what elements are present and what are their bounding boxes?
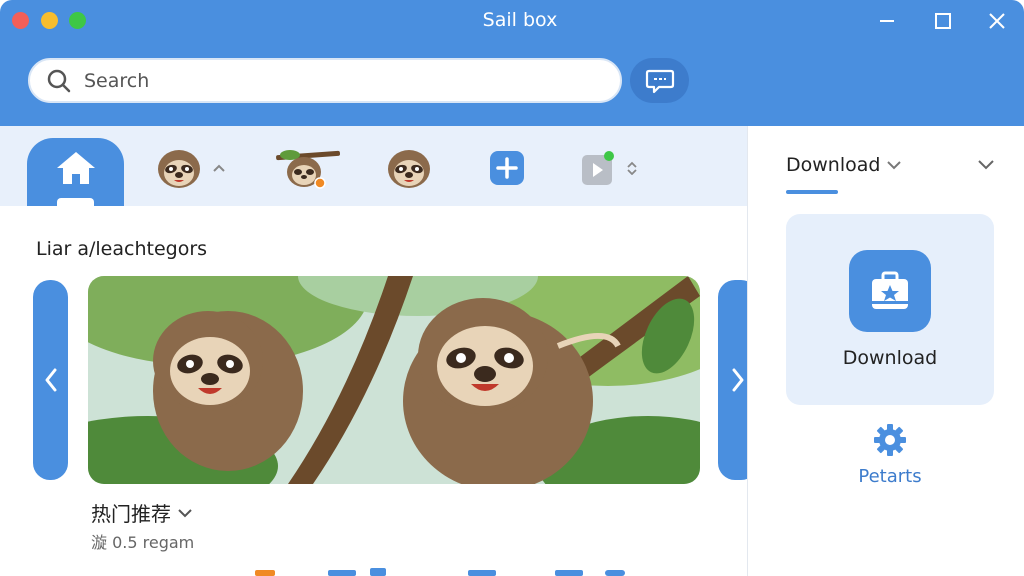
- collapse-chevron-icon[interactable]: [976, 158, 996, 170]
- chat-icon: [645, 69, 674, 93]
- tab-sloth-1[interactable]: [156, 148, 226, 188]
- download-box-icon: [872, 271, 908, 309]
- chat-button[interactable]: [630, 58, 689, 103]
- active-tab-indicator: [786, 190, 838, 194]
- chevron-left-icon: [45, 368, 56, 392]
- search-icon: [47, 69, 71, 92]
- sloth-avatar-icon: [388, 150, 430, 188]
- search-input[interactable]: [84, 69, 584, 92]
- featured-banner[interactable]: [88, 276, 700, 484]
- tab-video[interactable]: [581, 148, 639, 188]
- parts-label[interactable]: Petarts: [828, 466, 952, 487]
- download-icon-box: [849, 250, 931, 332]
- tab-sloth-2[interactable]: [276, 148, 340, 189]
- tab-sloth-3[interactable]: [386, 148, 432, 188]
- section-title: Liar a/leachtegors: [36, 238, 208, 260]
- chevron-right-icon: [732, 368, 744, 392]
- download-card[interactable]: Download: [786, 214, 994, 405]
- gear-icon[interactable]: [872, 422, 908, 458]
- minimize-icon: [880, 20, 894, 22]
- app-window: Sail box Search Liar a/leachtegors 热门推荐 …: [0, 0, 1024, 576]
- close-icon: [989, 13, 1005, 29]
- chevron-down-icon: [178, 508, 192, 517]
- add-icon: [490, 151, 524, 185]
- sloth-avatar-icon: [158, 150, 200, 188]
- hot-recommend-dropdown[interactable]: 热门推荐: [91, 498, 193, 527]
- bottom-partial-icons: [255, 568, 625, 576]
- download-card-label: Download: [842, 347, 938, 369]
- tab-strip: [0, 126, 747, 218]
- video-icon: [582, 151, 614, 185]
- search-bar[interactable]: [28, 58, 622, 103]
- sloth-branch-icon: [276, 150, 340, 189]
- carousel-prev-button[interactable]: [33, 280, 68, 480]
- home-icon: [56, 152, 95, 184]
- sloth-banner-image: [88, 276, 700, 484]
- chevron-updown-icon: [627, 161, 637, 175]
- maximize-button[interactable]: [930, 8, 956, 34]
- minimize-button[interactable]: [874, 8, 900, 34]
- hot-recommend-label: 热门推荐: [91, 502, 171, 526]
- sub-label: 漩 0.5 regam: [91, 533, 195, 552]
- download-dropdown-label: Download: [786, 154, 881, 176]
- header-bar: Sail box: [0, 0, 1024, 126]
- download-panel: Download Download Petarts: [747, 126, 1024, 576]
- download-dropdown[interactable]: Download: [786, 154, 902, 176]
- window-title: Sail box: [482, 9, 558, 31]
- chevron-up-icon: [213, 164, 225, 172]
- chevron-down-icon: [887, 161, 902, 170]
- tab-add[interactable]: [489, 148, 525, 188]
- maximize-icon: [935, 13, 951, 29]
- close-button[interactable]: [984, 8, 1010, 34]
- main-content: Liar a/leachtegors 热门推荐 漩 0.5 regam: [0, 206, 758, 576]
